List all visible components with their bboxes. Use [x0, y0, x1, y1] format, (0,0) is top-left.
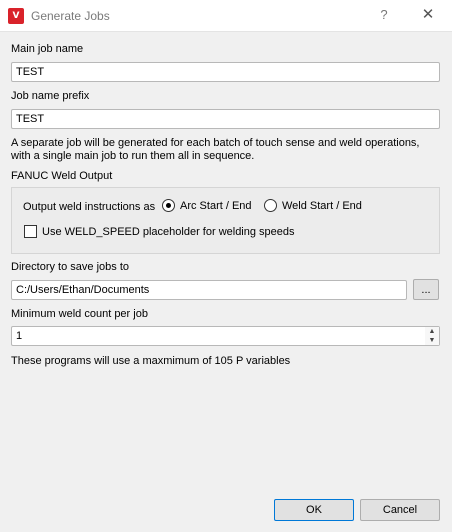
weld-start-end-label[interactable]: Weld Start / End — [282, 200, 362, 212]
job-name-prefix-label: Job name prefix — [11, 90, 90, 102]
job-name-prefix-input[interactable] — [11, 109, 440, 129]
close-button[interactable]: ✕ — [414, 4, 442, 26]
min-weld-count-input[interactable] — [11, 326, 440, 346]
ok-button[interactable]: OK — [274, 499, 354, 521]
window-title: Generate Jobs — [31, 9, 110, 23]
output-weld-instructions-label: Output weld instructions as — [23, 201, 156, 213]
directory-label: Directory to save jobs to — [11, 261, 129, 273]
spin-up-icon[interactable]: ▲ — [425, 327, 439, 336]
browse-button[interactable]: ... — [413, 279, 439, 300]
title-bar: V Generate Jobs ? ✕ — [0, 0, 452, 32]
fanuc-weld-output-group — [11, 187, 440, 254]
arc-start-end-radio[interactable] — [162, 199, 175, 212]
main-job-name-input[interactable] — [11, 62, 440, 82]
description-line-1: A separate job will be generated for eac… — [11, 137, 420, 149]
arc-start-end-label[interactable]: Arc Start / End — [180, 200, 252, 212]
weld-speed-label[interactable]: Use WELD_SPEED placeholder for welding s… — [42, 226, 295, 238]
min-weld-count-label: Minimum weld count per job — [11, 308, 148, 320]
description-line-2: with a single main job to run them all i… — [11, 150, 255, 162]
main-job-name-label: Main job name — [11, 43, 84, 55]
spin-down-icon[interactable]: ▼ — [425, 336, 439, 345]
p-variables-info: These programs will use a maxmimum of 10… — [11, 355, 291, 367]
app-logo-icon: V — [8, 8, 24, 24]
directory-input[interactable] — [11, 280, 407, 300]
cancel-button[interactable]: Cancel — [360, 499, 440, 521]
weld-start-end-radio[interactable] — [264, 199, 277, 212]
help-button[interactable]: ? — [372, 4, 396, 26]
weld-speed-checkbox[interactable] — [24, 225, 37, 238]
fanuc-weld-output-title: FANUC Weld Output — [11, 170, 113, 182]
